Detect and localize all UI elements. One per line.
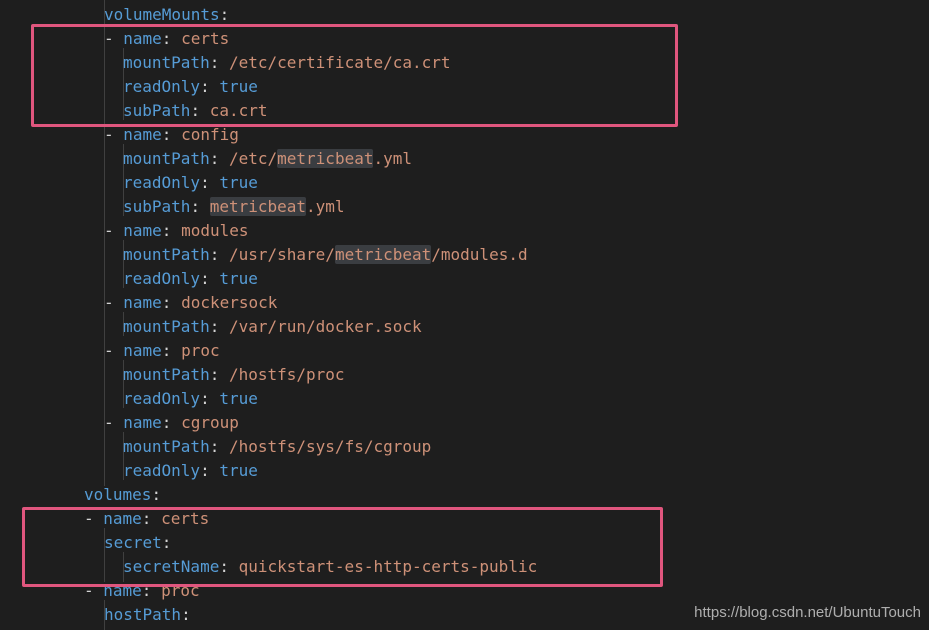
code-token-key: readOnly — [123, 461, 201, 480]
code-token-key: hostPath — [104, 605, 182, 624]
code-token-punc: : — [161, 125, 182, 144]
watermark: https://blog.csdn.net/UbuntuTouch — [694, 604, 921, 621]
code-token-punc: : — [190, 197, 210, 216]
code-token-key: mountPath — [123, 245, 210, 264]
code-token-str: metricbeat — [277, 149, 374, 168]
code-token-dash: - — [104, 221, 124, 240]
code-token-punc: : — [181, 605, 191, 624]
code-token-key: name — [123, 341, 162, 360]
code-token-key: name — [123, 125, 162, 144]
code-token-key: mountPath — [123, 149, 210, 168]
code-token-str: /var/run/docker.sock — [228, 317, 422, 336]
code-token-punc: : — [209, 437, 229, 456]
code-token-str: config — [181, 125, 239, 144]
code-token-punc: : — [219, 5, 230, 24]
code-line[interactable]: mountPath: /usr/share/metricbeat/modules… — [123, 243, 528, 267]
code-token-str: /etc/ — [228, 149, 278, 168]
code-token-dash: - — [104, 125, 124, 144]
code-token-str: cgroup — [181, 413, 239, 432]
code-token-key: readOnly — [123, 389, 201, 408]
code-line[interactable]: readOnly: true — [123, 459, 258, 483]
code-token-punc: : — [209, 245, 229, 264]
code-token-bool: true — [219, 269, 258, 288]
highlight-box-volume-certs — [22, 507, 663, 587]
code-token-str: .yml — [306, 197, 345, 216]
code-token-str: .yml — [373, 149, 412, 168]
code-token-str: proc — [181, 341, 220, 360]
code-token-bool: true — [219, 389, 258, 408]
code-token-bool: true — [219, 173, 258, 192]
code-token-punc: : — [161, 293, 182, 312]
code-token-str: dockersock — [181, 293, 278, 312]
code-token-punc: : — [209, 149, 229, 168]
code-token-punc: : — [200, 173, 220, 192]
code-token-key: name — [123, 293, 162, 312]
code-token-dash: - — [104, 341, 124, 360]
code-token-dash: - — [104, 413, 124, 432]
code-token-key: name — [123, 413, 162, 432]
code-token-key: mountPath — [123, 317, 210, 336]
code-token-punc: : — [151, 485, 162, 504]
code-token-key: name — [123, 221, 162, 240]
code-token-str: metricbeat — [209, 197, 307, 216]
code-line[interactable]: mountPath: /hostfs/proc — [123, 363, 345, 387]
code-token-punc: : — [200, 461, 220, 480]
code-token-key: readOnly — [123, 173, 201, 192]
code-token-punc: : — [200, 389, 220, 408]
code-editor[interactable]: volumeMounts: - name: certs mountPath: /et… — [0, 0, 929, 630]
code-token-dash: - — [104, 293, 124, 312]
code-line[interactable]: readOnly: true — [123, 171, 258, 195]
code-token-punc: : — [161, 413, 182, 432]
code-line[interactable]: - name: modules — [104, 219, 249, 243]
code-line[interactable]: readOnly: true — [123, 387, 258, 411]
code-token-key: mountPath — [123, 437, 210, 456]
code-token-key: volumes — [84, 485, 152, 504]
code-line[interactable]: mountPath: /etc/metricbeat.yml — [123, 147, 412, 171]
code-token-str: modules — [181, 221, 249, 240]
code-line[interactable]: - name: dockersock — [104, 291, 277, 315]
code-token-key: volumeMounts — [104, 5, 220, 24]
code-token-str: metricbeat — [334, 245, 432, 264]
code-token-punc: : — [209, 317, 229, 336]
code-token-str: /hostfs/sys/fs/cgroup — [228, 437, 432, 456]
code-token-str: /hostfs/proc — [228, 365, 345, 384]
code-line[interactable]: mountPath: /var/run/docker.sock — [123, 315, 422, 339]
code-token-key: subPath — [123, 197, 191, 216]
code-token-punc: : — [200, 269, 220, 288]
code-line[interactable]: hostPath: — [104, 603, 191, 627]
code-line[interactable]: - name: proc — [104, 339, 220, 363]
code-token-punc: : — [161, 221, 182, 240]
code-token-str: /usr/share/ — [228, 245, 335, 264]
code-token-key: readOnly — [123, 269, 201, 288]
code-line[interactable]: subPath: metricbeat.yml — [123, 195, 345, 219]
code-line[interactable]: mountPath: /hostfs/sys/fs/cgroup — [123, 435, 431, 459]
code-line[interactable]: - name: cgroup — [104, 411, 239, 435]
code-token-punc: : — [161, 341, 182, 360]
code-token-punc: : — [209, 365, 229, 384]
highlight-box-volume-mount-certs — [31, 24, 678, 127]
code-line[interactable]: readOnly: true — [123, 267, 258, 291]
code-line[interactable]: volumes: — [84, 483, 161, 507]
code-token-key: mountPath — [123, 365, 210, 384]
code-token-str: /modules.d — [431, 245, 528, 264]
code-token-bool: true — [219, 461, 258, 480]
